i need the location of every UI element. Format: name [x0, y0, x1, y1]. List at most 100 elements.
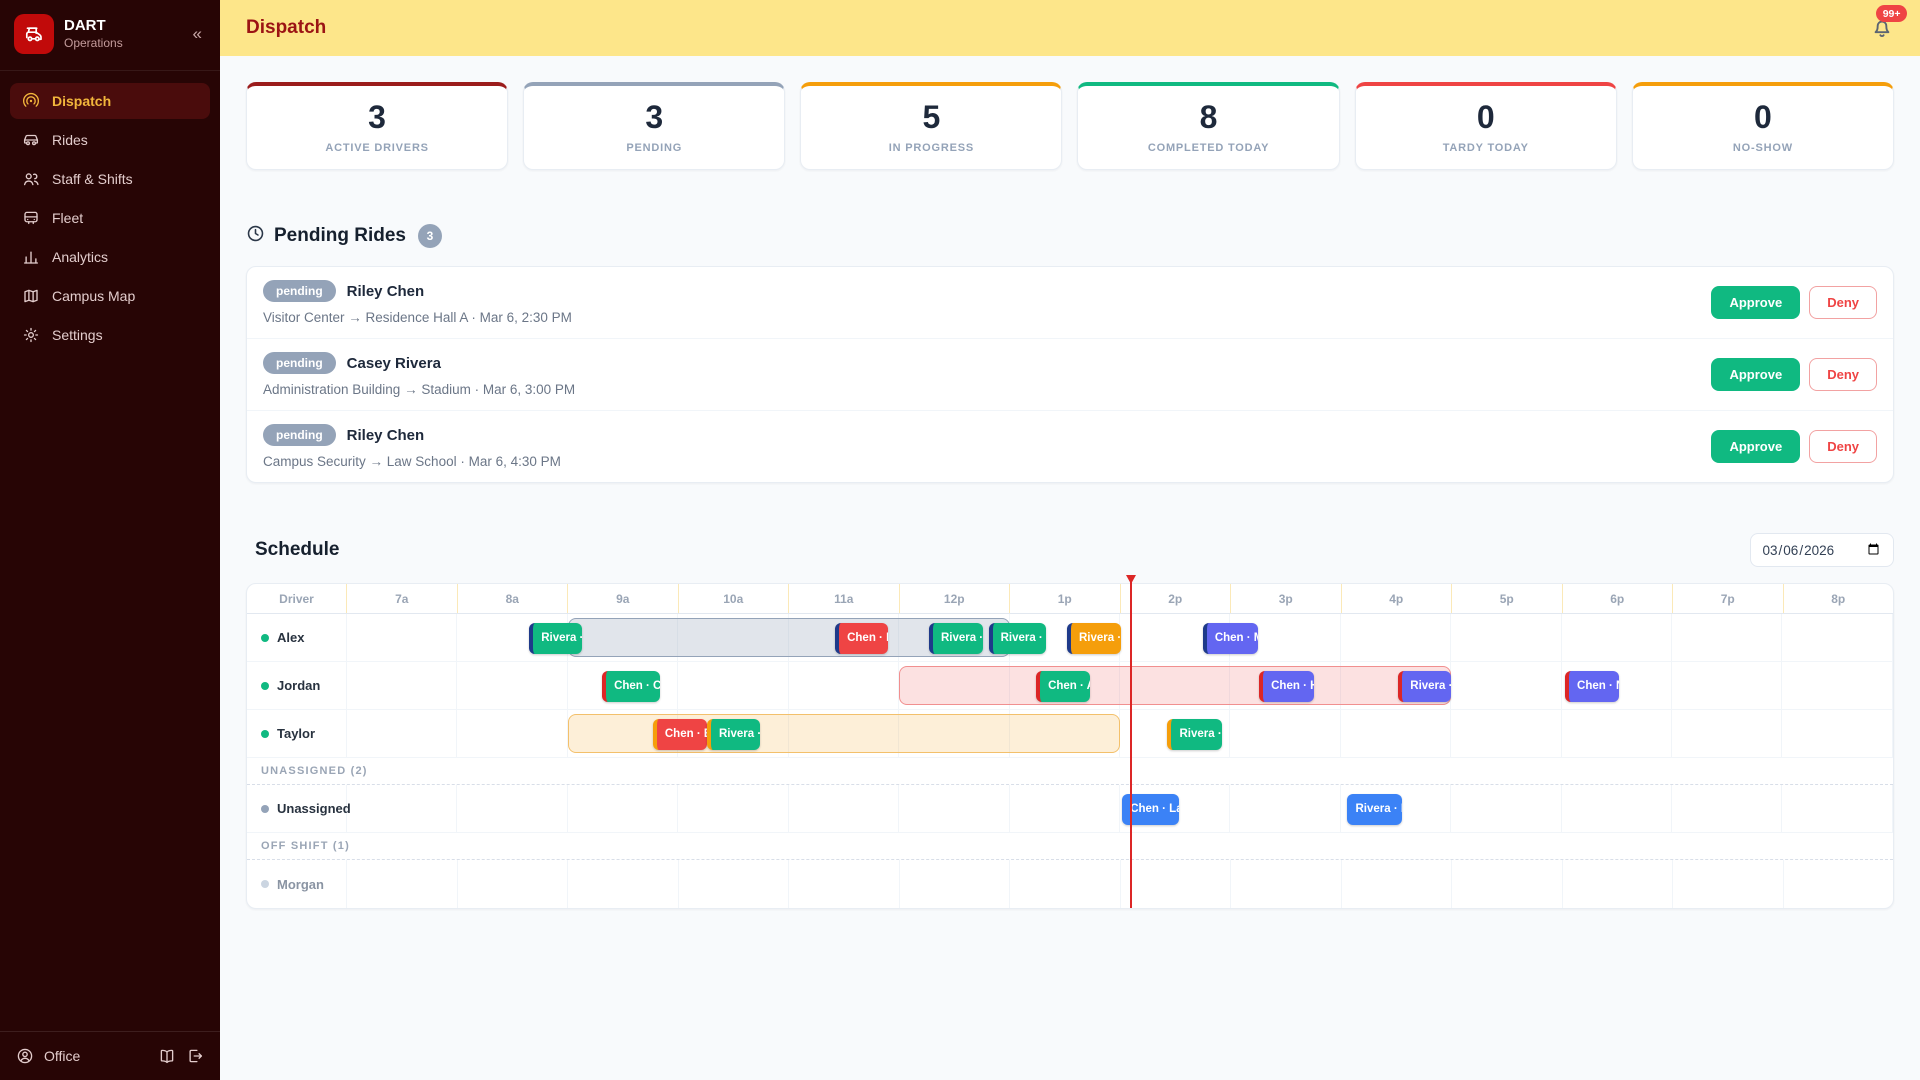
- schedule-date-input[interactable]: [1750, 533, 1895, 567]
- sidebar-item-label: Dispatch: [52, 93, 111, 109]
- ride-chip[interactable]: Rivera · F: [929, 623, 983, 654]
- timeline-track: Rivera · D Chen · Ro Rivera · FRivera · St…: [347, 614, 1893, 661]
- ride-chip[interactable]: Chen · N: [1565, 671, 1619, 702]
- sidebar-item-staff-shifts[interactable]: Staff & Shifts: [10, 161, 210, 197]
- timeline-cell: [789, 662, 899, 709]
- sidebar-nav: Dispatch Rides Staff & Shifts Fleet Analytic…: [0, 70, 220, 1031]
- driver-status-dot: [261, 730, 269, 738]
- driver-row: Unassigned Chen · La Rivera · M: [247, 785, 1893, 833]
- driver-cell: Alex: [247, 614, 347, 661]
- timeline-cell: [458, 860, 569, 908]
- ride-chip[interactable]: Chen · C: [602, 671, 659, 702]
- timeline-cell: [457, 710, 567, 757]
- ride-chip[interactable]: Rivera · S: [1067, 623, 1121, 654]
- timeline-hour-header: 9a: [568, 584, 679, 613]
- timeline-hour-header: 8a: [458, 584, 569, 613]
- sidebar-item-label: Campus Map: [52, 288, 135, 304]
- sidebar-collapse-button[interactable]: «: [189, 22, 206, 46]
- sidebar-item-label: Settings: [52, 327, 103, 343]
- schedule-title: Schedule: [255, 539, 339, 561]
- ride-chip[interactable]: Rivera · A: [1167, 719, 1221, 750]
- main-area: Dispatch 99+ 3ACTIVE DRIVERS3PENDING5IN …: [220, 0, 1920, 1080]
- book-icon[interactable]: [158, 1047, 176, 1065]
- ride-details: Campus Security → Law School · Mar 6, 4:…: [263, 454, 561, 469]
- sidebar-item-campus-map[interactable]: Campus Map: [10, 278, 210, 314]
- sidebar-item-rides[interactable]: Rides: [10, 122, 210, 158]
- deny-button[interactable]: Deny: [1809, 358, 1877, 391]
- stat-label: NO-SHOW: [1733, 142, 1793, 154]
- timeline-hour-header: 8p: [1784, 584, 1894, 613]
- driver-name: Alex: [277, 630, 304, 645]
- user-circle-icon: [16, 1047, 34, 1065]
- stat-card: 3ACTIVE DRIVERS: [246, 82, 508, 170]
- sidebar-item-dispatch[interactable]: Dispatch: [10, 83, 210, 119]
- sidebar-item-fleet[interactable]: Fleet: [10, 200, 210, 236]
- golf-cart-icon: [14, 14, 54, 54]
- timeline-cell: [1672, 662, 1782, 709]
- ride-chip[interactable]: Chen · H: [1259, 671, 1314, 702]
- timeline-hour-header: 7p: [1673, 584, 1784, 613]
- shift-band: [899, 666, 1451, 705]
- driver-row: Taylor Chen · ERivera · S Rivera · A: [247, 710, 1893, 758]
- pending-count-badge: 3: [418, 224, 442, 248]
- ride-details: Administration Building → Stadium · Mar …: [263, 382, 575, 397]
- timeline-cell: [899, 785, 1009, 832]
- brand: DART Operations «: [0, 0, 220, 70]
- timeline-header-row: Driver7a8a9a10a11a12p1p2p3p4p5p6p7p8p: [247, 584, 1893, 614]
- timeline-cell: [1672, 785, 1782, 832]
- ride-chip[interactable]: Chen · A: [1036, 671, 1090, 702]
- timeline-cell: [1563, 860, 1674, 908]
- ride-name: Riley Chen: [347, 283, 425, 300]
- brand-name: DART: [64, 17, 123, 36]
- ride-chip[interactable]: Chen · E: [653, 719, 707, 750]
- sidebar-item-settings[interactable]: Settings: [10, 317, 210, 353]
- stat-card: 8COMPLETED TODAY: [1077, 82, 1339, 170]
- ride-chip[interactable]: Rivera · St: [989, 623, 1046, 654]
- notification-badge: 99+: [1876, 5, 1907, 22]
- ride-info: pendingRiley ChenVisitor Center → Reside…: [263, 280, 572, 325]
- driver-cell: Taylor: [247, 710, 347, 757]
- ride-chip[interactable]: Chen · La: [1122, 794, 1178, 825]
- deny-button[interactable]: Deny: [1809, 286, 1877, 319]
- stat-label: PENDING: [626, 142, 682, 154]
- ride-chip[interactable]: Rivera · S: [707, 719, 760, 750]
- driver-status-dot: [261, 634, 269, 642]
- logout-icon[interactable]: [186, 1047, 204, 1065]
- driver-name: Unassigned: [277, 801, 351, 816]
- stat-card: 3PENDING: [523, 82, 785, 170]
- approve-button[interactable]: Approve: [1711, 430, 1800, 463]
- deny-button[interactable]: Deny: [1809, 430, 1877, 463]
- timeline-cell: [457, 785, 567, 832]
- sidebar-item-label: Fleet: [52, 210, 83, 226]
- ride-chip[interactable]: Rivera · M: [1347, 794, 1401, 825]
- analytics-icon: [22, 248, 40, 266]
- timeline-cell: [1562, 710, 1672, 757]
- approve-button[interactable]: Approve: [1711, 358, 1800, 391]
- stat-value: 0: [1754, 101, 1772, 135]
- ride-chip[interactable]: Rivera · B: [1398, 671, 1451, 702]
- driver-name: Morgan: [277, 877, 324, 892]
- timeline-cell: [679, 860, 790, 908]
- ride-chip[interactable]: Chen · M: [1203, 623, 1258, 654]
- pending-rides-title: Pending Rides: [274, 225, 406, 247]
- sidebar-item-analytics[interactable]: Analytics: [10, 239, 210, 275]
- timeline-cell: [1230, 785, 1340, 832]
- timeline-hour-header: 6p: [1563, 584, 1674, 613]
- timeline-cell: [1562, 785, 1672, 832]
- driver-cell: Morgan: [247, 860, 347, 908]
- timeline-cell: [1230, 710, 1340, 757]
- timeline-cell: [1782, 785, 1892, 832]
- sidebar-item-label: Rides: [52, 132, 88, 148]
- timeline-cell: [1452, 860, 1563, 908]
- staff-icon: [22, 170, 40, 188]
- stats-row: 3ACTIVE DRIVERS3PENDING5IN PROGRESS8COMP…: [246, 82, 1894, 170]
- ride-chip[interactable]: Chen · Ro: [835, 623, 888, 654]
- approve-button[interactable]: Approve: [1711, 286, 1800, 319]
- ride-chip[interactable]: Rivera · D: [529, 623, 582, 654]
- timeline-cell: [1231, 860, 1342, 908]
- timeline-cell: [678, 785, 788, 832]
- stat-label: ACTIVE DRIVERS: [325, 142, 429, 154]
- timeline-cell: [457, 662, 567, 709]
- timeline-cell: [1451, 785, 1561, 832]
- bell-icon[interactable]: 99+: [1870, 16, 1894, 40]
